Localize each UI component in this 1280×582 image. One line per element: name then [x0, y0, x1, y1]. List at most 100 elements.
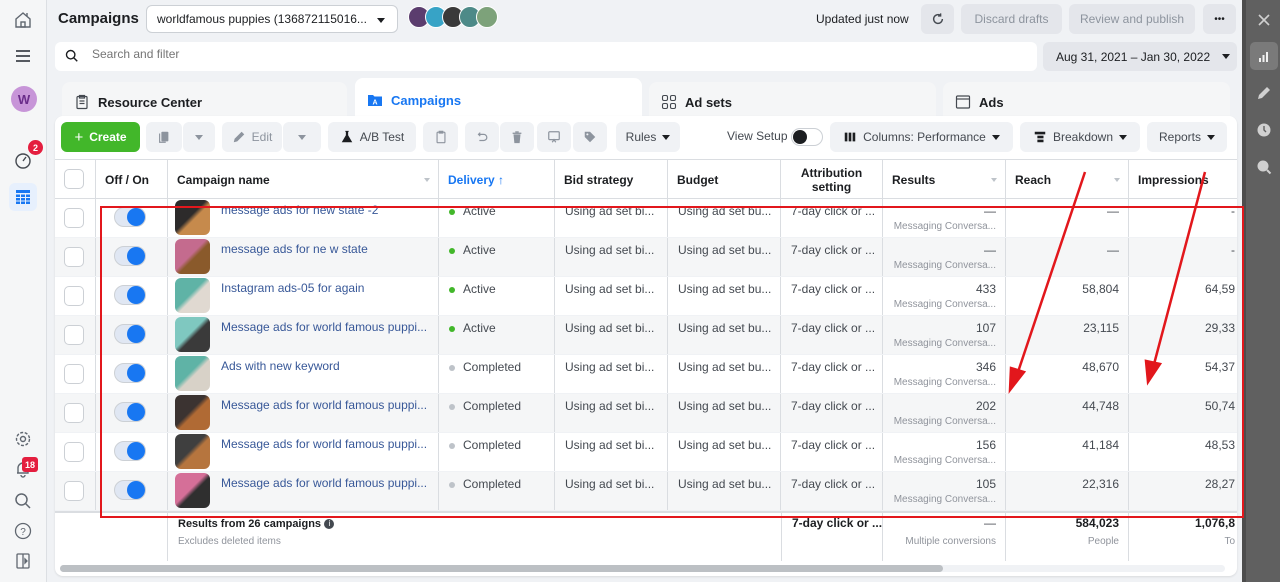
delete-button[interactable]	[500, 122, 534, 152]
scrollbar-thumb[interactable]	[60, 565, 943, 572]
row-checkbox[interactable]	[64, 247, 84, 267]
table-row[interactable]: Ads with new keyword Completed Using ad …	[55, 355, 1237, 394]
pencil-icon[interactable]	[1250, 79, 1278, 107]
duplicate-button[interactable]	[146, 122, 182, 152]
edit-dropdown[interactable]	[283, 122, 321, 152]
column-label: Reach	[1015, 172, 1052, 187]
row-checkbox[interactable]	[64, 481, 84, 501]
campaign-on-off-toggle[interactable]	[114, 363, 146, 383]
inspect-search-icon[interactable]	[1250, 153, 1278, 181]
campaign-name-cell: Message ads for world famous puppi...	[168, 394, 439, 432]
search-input[interactable]	[92, 47, 992, 61]
undo-button[interactable]	[465, 122, 499, 152]
campaign-name-link[interactable]: message ads for ne w state	[221, 242, 368, 256]
rules-dropdown[interactable]: Rules	[616, 122, 680, 152]
impressions-cell: -	[1231, 204, 1235, 218]
toggle-sidebar-icon[interactable]	[9, 547, 37, 575]
breakdown-dropdown[interactable]: Breakdown	[1020, 122, 1140, 152]
reports-label: Reports	[1158, 130, 1202, 144]
bar-chart-icon[interactable]	[1250, 42, 1278, 70]
svg-text:A: A	[372, 100, 377, 107]
date-range-value: Aug 31, 2021 – Jan 30, 2022	[1056, 49, 1211, 64]
campaign-on-off-toggle[interactable]	[114, 207, 146, 227]
export-button[interactable]	[537, 122, 571, 152]
table-row[interactable]: Message ads for world famous puppi... Ac…	[55, 316, 1237, 355]
refresh-button[interactable]	[921, 4, 954, 34]
column-budget[interactable]: Budget	[668, 160, 781, 199]
row-checkbox[interactable]	[64, 208, 84, 228]
row-toggle-cell	[96, 355, 168, 393]
column-attribution[interactable]: Attribution setting	[781, 160, 883, 199]
campaign-name-link[interactable]: Ads with new keyword	[221, 359, 340, 373]
column-delivery[interactable]: Delivery ↑	[439, 160, 555, 199]
column-results[interactable]: Results	[883, 160, 1006, 199]
campaign-on-off-toggle[interactable]	[114, 324, 146, 344]
info-icon[interactable]: i	[324, 518, 335, 529]
columns-dropdown[interactable]: Columns: Performance	[830, 122, 1013, 152]
top-bar: Campaigns worldfamous puppies (136872115…	[48, 0, 1242, 38]
account-avatar[interactable]: W	[11, 86, 37, 112]
column-bid-strategy[interactable]: Bid strategy	[555, 160, 668, 199]
duplicate-dropdown[interactable]	[183, 122, 215, 152]
horizontal-scrollbar[interactable]	[60, 565, 1225, 572]
settings-gear-icon[interactable]	[9, 425, 37, 453]
campaign-on-off-toggle[interactable]	[114, 285, 146, 305]
budget-cell: Using ad set bu...	[668, 238, 781, 276]
search-bar[interactable]	[55, 42, 1037, 71]
menu-icon[interactable]	[9, 42, 37, 70]
edit-button[interactable]: Edit	[222, 122, 282, 152]
table-row[interactable]: message ads for ne w state Active Using …	[55, 238, 1237, 277]
account-selector[interactable]: worldfamous puppies (136872115016...	[146, 5, 398, 33]
close-icon[interactable]	[1250, 6, 1278, 34]
date-range-selector[interactable]: Aug 31, 2021 – Jan 30, 2022	[1043, 42, 1237, 71]
help-icon[interactable]: ?	[9, 517, 37, 545]
campaign-name-link[interactable]: message ads for new state -2	[221, 203, 378, 217]
row-checkbox[interactable]	[64, 325, 84, 345]
campaign-name-link[interactable]: Message ads for world famous puppi...	[221, 398, 427, 412]
campaign-name-link[interactable]: Message ads for world famous puppi...	[221, 476, 427, 490]
table-row[interactable]: Message ads for world famous puppi... Co…	[55, 394, 1237, 433]
results-value: 433	[975, 282, 996, 296]
campaign-name-link[interactable]: Message ads for world famous puppi...	[221, 320, 427, 334]
tag-button[interactable]	[573, 122, 607, 152]
campaign-thumbnail	[175, 473, 210, 508]
column-campaign-name[interactable]: Campaign name	[168, 160, 439, 199]
table-row[interactable]: Instagram ads-05 for again Active Using …	[55, 277, 1237, 316]
ab-test-button[interactable]: A/B Test	[328, 122, 416, 152]
view-setup-toggle[interactable]	[791, 128, 823, 146]
tab-label: Campaigns	[391, 92, 462, 108]
delivery-cell: Active	[439, 277, 555, 315]
column-impressions[interactable]: Impressions	[1129, 160, 1237, 199]
more-options-button[interactable]: •••	[1203, 4, 1236, 34]
campaign-on-off-toggle[interactable]	[114, 246, 146, 266]
campaign-on-off-toggle[interactable]	[114, 441, 146, 461]
status-dot-icon	[449, 247, 455, 254]
select-all-checkbox[interactable]	[64, 169, 84, 189]
row-checkbox[interactable]	[64, 403, 84, 423]
row-checkbox[interactable]	[64, 364, 84, 384]
discard-drafts-button[interactable]: Discard drafts	[961, 4, 1062, 34]
review-publish-button[interactable]: Review and publish	[1069, 4, 1195, 34]
table-row[interactable]: Message ads for world famous puppi... Co…	[55, 433, 1237, 472]
reports-dropdown[interactable]: Reports	[1147, 122, 1227, 152]
table-row[interactable]: Message ads for world famous puppi... Co…	[55, 472, 1237, 511]
ads-manager-table-icon[interactable]	[9, 183, 37, 211]
row-checkbox[interactable]	[64, 286, 84, 306]
campaign-name-link[interactable]: Instagram ads-05 for again	[221, 281, 364, 295]
column-reach[interactable]: Reach	[1006, 160, 1129, 199]
reach-cell: —	[1006, 238, 1129, 276]
campaign-thumbnail	[175, 395, 210, 430]
search-icon[interactable]	[9, 487, 37, 515]
table-row[interactable]: message ads for new state -2 Active Usin…	[55, 199, 1237, 238]
collaborator-avatars[interactable]	[408, 6, 498, 28]
budget-cell: Using ad set bu...	[668, 433, 781, 471]
campaign-on-off-toggle[interactable]	[114, 480, 146, 500]
row-checkbox[interactable]	[64, 442, 84, 462]
clock-icon[interactable]	[1250, 116, 1278, 144]
campaign-on-off-toggle[interactable]	[114, 402, 146, 422]
home-icon[interactable]	[9, 6, 37, 34]
paste-button[interactable]	[423, 122, 458, 152]
tag-icon	[584, 131, 596, 143]
campaign-name-link[interactable]: Message ads for world famous puppi...	[221, 437, 427, 451]
create-button[interactable]: + Create	[61, 122, 140, 152]
